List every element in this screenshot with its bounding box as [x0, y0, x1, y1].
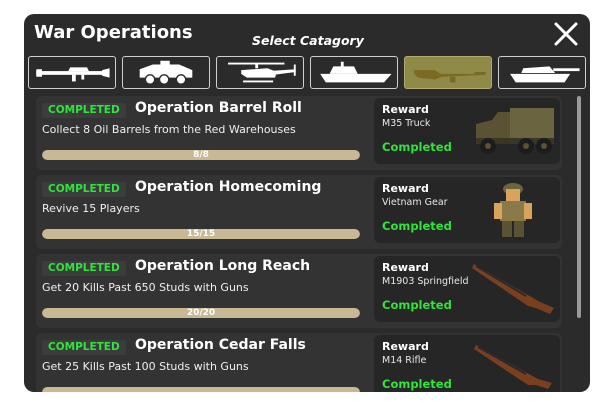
reward-status: Completed — [382, 140, 452, 154]
reward-status: Completed — [382, 298, 452, 312]
reward-label: Reward — [382, 261, 429, 274]
rifle-icon — [474, 345, 552, 389]
category-tank[interactable] — [498, 56, 586, 89]
category-rifle[interactable] — [404, 56, 492, 89]
progress-fill — [42, 387, 360, 392]
reward-label: Reward — [382, 103, 429, 116]
reward-box: Reward M14 Rifle Completed — [374, 335, 560, 392]
operation-title: Operation Long Reach — [135, 258, 311, 274]
reward-label: Reward — [382, 182, 429, 195]
reward-status: Completed — [382, 219, 452, 233]
reward-item: M35 Truck — [382, 118, 431, 129]
category-boat[interactable] — [310, 56, 398, 89]
boat-icon — [320, 61, 392, 83]
status-badge: COMPLETED — [42, 182, 126, 197]
operations-list: COMPLETED Operation Barrel Roll Collect … — [36, 96, 562, 392]
reward-box: Reward M1903 Springfield Completed — [374, 256, 560, 322]
operation-card: COMPLETED Operation Long Reach Get 20 Ki… — [36, 254, 562, 328]
category-tabs — [28, 56, 586, 90]
operation-title: Operation Barrel Roll — [135, 100, 302, 116]
operation-description: Revive 15 Players — [42, 202, 140, 215]
operation-card: COMPLETED Operation Cedar Falls Get 25 K… — [36, 333, 562, 392]
reward-label: Reward — [382, 340, 429, 353]
reward-item: Vietnam Gear — [382, 197, 448, 208]
progress-bar: 8/8 — [42, 150, 360, 160]
progress-text: 20/20 — [186, 308, 216, 318]
operation-description: Get 25 Kills Past 100 Studs with Guns — [42, 360, 249, 373]
category-subtitle: Select Catagory — [252, 33, 364, 48]
operation-title: Operation Cedar Falls — [135, 337, 306, 353]
rifle-icon — [472, 264, 554, 314]
panel-title: War Operations — [34, 22, 193, 43]
launcher-icon — [36, 67, 110, 82]
operation-card: COMPLETED Operation Homecoming Revive 15… — [36, 175, 562, 249]
status-badge: COMPLETED — [42, 103, 126, 118]
progress-bar: 20/20 — [42, 308, 360, 318]
helicopter-icon — [228, 62, 296, 83]
tank-icon — [510, 66, 580, 83]
close-button[interactable] — [552, 20, 580, 48]
soldier-icon — [494, 183, 532, 237]
category-launcher[interactable] — [28, 56, 116, 89]
progress-bar — [42, 387, 360, 392]
war-operations-panel: War Operations Select Catagory COMPLETED… — [24, 14, 590, 392]
operation-description: Collect 8 Oil Barrels from the Red Wareh… — [42, 123, 296, 136]
close-icon — [554, 22, 578, 46]
reward-status: Completed — [382, 377, 452, 391]
progress-text: 15/15 — [186, 229, 216, 239]
progress-bar: 15/15 — [42, 229, 360, 239]
progress-text: 8/8 — [193, 150, 209, 160]
truck-icon — [476, 108, 554, 154]
operation-description: Get 20 Kills Past 650 Studs with Guns — [42, 281, 249, 294]
category-helicopter[interactable] — [216, 56, 304, 89]
armored-car-icon — [139, 60, 193, 85]
reward-item: M14 Rifle — [382, 355, 427, 366]
status-badge: COMPLETED — [42, 261, 126, 276]
category-armored-car[interactable] — [122, 56, 210, 89]
reward-box: Reward M35 Truck Completed — [374, 98, 560, 164]
operation-card: COMPLETED Operation Barrel Roll Collect … — [36, 96, 562, 170]
reward-box: Reward Vietnam Gear Completed — [374, 177, 560, 243]
status-badge: COMPLETED — [42, 340, 126, 355]
reward-item: M1903 Springfield — [382, 276, 469, 287]
scrollbar[interactable] — [577, 96, 581, 318]
rifle-icon — [414, 70, 486, 83]
operation-title: Operation Homecoming — [135, 179, 322, 195]
